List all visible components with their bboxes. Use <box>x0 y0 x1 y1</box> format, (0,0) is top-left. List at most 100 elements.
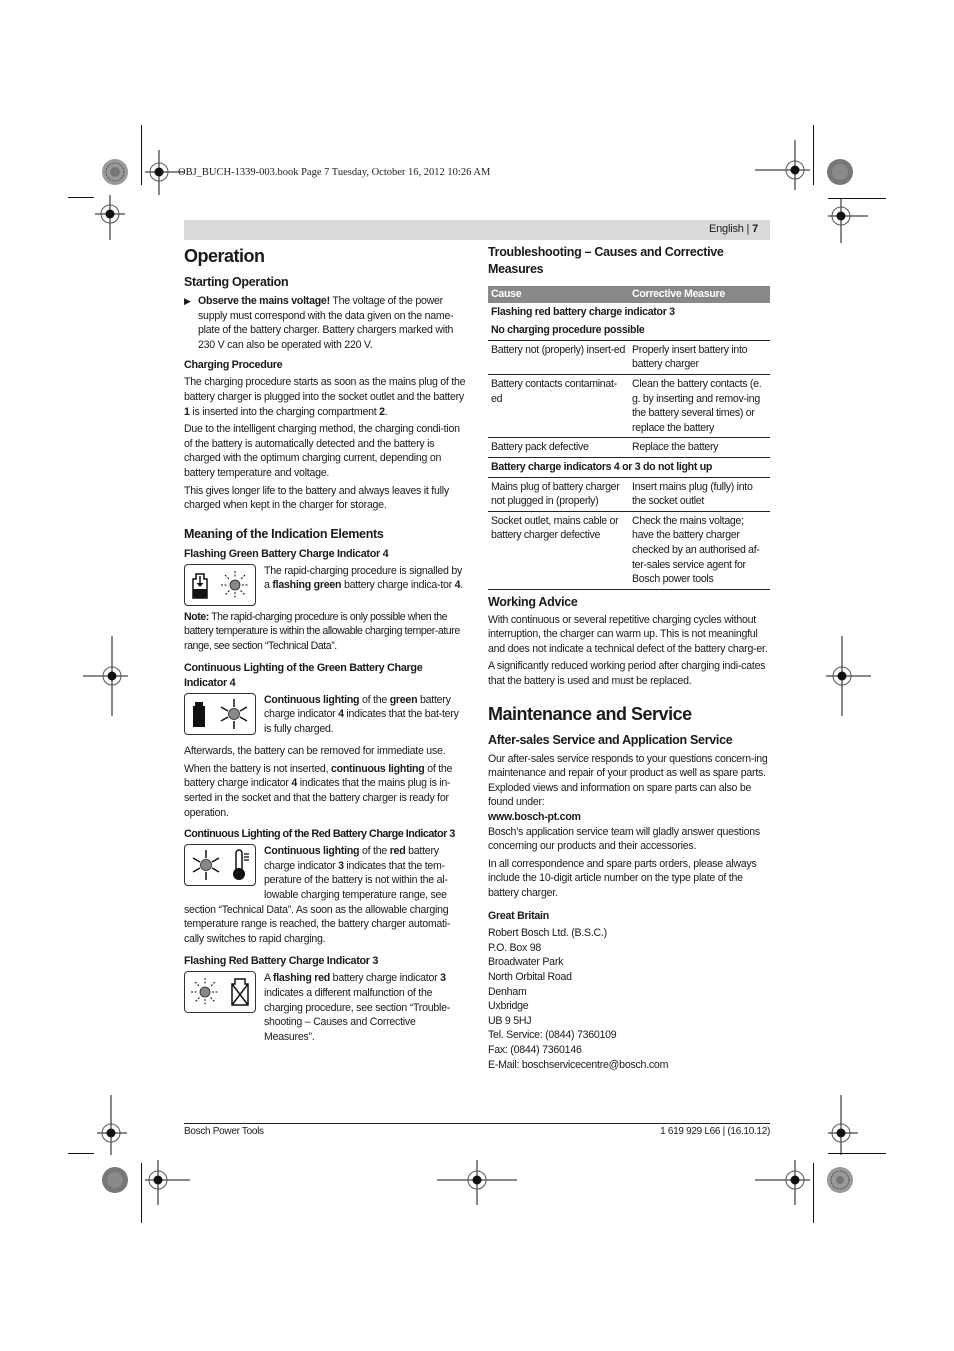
application-service-paragraph: Bosch’s application service team will gl… <box>488 825 760 853</box>
battery-full-icon <box>192 701 205 727</box>
measure-cell: Check the mains voltage; have the batter… <box>629 511 770 590</box>
registration-mark-icon <box>145 1160 190 1205</box>
measure-cell: Clean the battery contacts (e. g. by ins… <box>629 374 770 439</box>
group-title-row: Battery charge indicators 4 or 3 do not … <box>488 457 770 478</box>
flashing-light-icon <box>220 570 249 599</box>
working-advice-paragraph-2: A significantly reduced working period a… <box>488 660 766 688</box>
registration-mark-icon <box>828 1095 858 1155</box>
continuous-red-text: Continuous lighting of the red battery c… <box>264 845 448 902</box>
icon-box-flashing-red <box>184 971 256 1014</box>
troubleshooting-table: Cause Corrective Measure Flashing red ba… <box>488 286 770 590</box>
table-row: Socket outlet, mains cable or battery ch… <box>488 511 770 590</box>
left-column: Operation Starting Operation ▶ Observe t… <box>184 244 466 1048</box>
battery-charging-icon <box>191 572 208 599</box>
bullet-bold-text: Observe the mains voltage! <box>198 295 330 307</box>
after-sales-paragraph: Our after-sales service responds to your… <box>488 752 768 809</box>
group-title: Battery charge indicators 4 or 3 do not … <box>488 457 770 478</box>
article-number-paragraph: In all correspondence and spare parts or… <box>488 857 757 899</box>
country-heading: Great Britain <box>488 909 549 922</box>
address-line: Uxbridge <box>488 1000 529 1013</box>
color-target-icon <box>102 159 128 185</box>
steady-light-icon <box>192 850 219 881</box>
footer-doc-number: 1 619 929 L66 | (16.10.12) <box>660 1126 770 1137</box>
heading-starting-operation: Starting Operation <box>184 275 289 289</box>
flashing-green-text: The rapid-charging procedure is signalle… <box>264 564 463 592</box>
thermometer-icon <box>232 849 249 881</box>
heading-flashing-green: Flashing Green Battery Charge Indicator … <box>184 547 389 560</box>
working-advice-paragraph-1: With continuous or several repetitive ch… <box>488 613 768 655</box>
indicator-continuous-red: Continuous lighting of the red battery c… <box>184 844 466 902</box>
icon-box-continuous-red <box>184 844 256 887</box>
cause-cell: Socket outlet, mains cable or battery ch… <box>488 511 629 590</box>
section-title-operation: Operation <box>184 246 265 266</box>
column-header-cause: Cause <box>488 286 629 303</box>
language-label: English <box>709 223 744 235</box>
heading-working-advice: Working Advice <box>488 594 578 609</box>
indicator-flashing-red: A flashing red battery charge indicator … <box>184 971 466 1044</box>
icon-box-continuous-green <box>184 692 256 735</box>
print-slug: OBJ_BUCH-1339-003.book Page 7 Tuesday, O… <box>178 167 491 178</box>
table-row: Battery pack defective Replace the batter… <box>488 437 770 458</box>
continuous-red-text-cont: section “Technical Data”. As soon as the… <box>184 903 451 945</box>
flashing-red-text: A flashing red battery charge indicator … <box>264 972 451 1043</box>
safety-bullet: ▶ Observe the mains voltage! The voltage… <box>184 294 466 355</box>
indicator-flashing-green: The rapid-charging procedure is signalle… <box>184 563 466 606</box>
measure-cell: Properly insert battery into battery cha… <box>629 340 770 375</box>
note-paragraph: Note: The rapid-charging procedure is on… <box>184 610 460 652</box>
battery-crossed-icon <box>231 978 249 1007</box>
group-title: Flashing red battery charge indicator 3 <box>491 305 675 318</box>
steady-light-icon <box>220 698 247 729</box>
registration-mark-icon <box>437 1160 517 1205</box>
bullet-triangle-icon: ▶ <box>184 296 191 306</box>
charging-paragraph-2: Due to the intelligent charging method, … <box>184 423 460 479</box>
column-header-measure: Corrective Measure <box>629 286 770 303</box>
charging-paragraph-1: The charging procedure starts as soon as… <box>184 376 466 418</box>
heading-after-sales: After-sales Service and Application Serv… <box>488 732 733 747</box>
not-inserted-paragraph: When the battery is not inserted, contin… <box>184 762 453 819</box>
continuous-green-text: Continuous lighting of the green battery… <box>264 693 459 735</box>
address-line: Denham <box>488 985 527 998</box>
charging-paragraph-3: This gives longer life to the battery an… <box>184 484 449 512</box>
heading-flashing-red: Flashing Red Battery Charge Indicator 3 <box>184 955 379 968</box>
registration-mark-icon <box>828 198 868 243</box>
registration-mark-icon <box>755 1160 810 1205</box>
group-title: No charging procedure possible <box>488 321 770 341</box>
flashing-light-icon <box>191 978 219 1007</box>
indicator-continuous-green: Continuous lighting of the green battery… <box>184 692 466 737</box>
color-target-icon <box>827 1167 853 1193</box>
email-link[interactable]: E-Mail: boschservicecentre@bosch.com <box>488 1058 770 1073</box>
header-language: English | 7 <box>709 223 758 235</box>
right-column: Troubleshooting – Causes and Corrective … <box>488 244 770 1072</box>
fax-line: Fax: (0844) 7360146 <box>488 1043 582 1056</box>
registration-mark-icon <box>83 636 128 716</box>
registration-mark-icon <box>95 195 125 240</box>
color-target-icon <box>102 1167 128 1193</box>
section-title-maintenance: Maintenance and Service <box>488 703 692 724</box>
color-target-icon <box>827 159 853 185</box>
header-separator: | <box>746 223 750 235</box>
address-line: North Orbital Road <box>488 970 572 983</box>
table-header-row: Cause Corrective Measure <box>488 286 770 303</box>
address-line: UB 9 5HJ <box>488 1014 532 1027</box>
table-row: Battery contacts contaminat-ed Clean the … <box>488 374 770 439</box>
footer-divider <box>184 1123 770 1124</box>
registration-mark-icon <box>755 140 810 190</box>
heading-continuous-green: Continuous Lighting of the Green Battery… <box>184 661 423 689</box>
cause-cell: Mains plug of battery charger not plugge… <box>488 477 629 512</box>
icon-box-flashing-green <box>184 563 256 606</box>
address-line: Robert Bosch Ltd. (B.S.C.) <box>488 927 607 940</box>
heading-charging-procedure: Charging Procedure <box>184 359 283 372</box>
group-title-row: Flashing red battery charge indicator 3 <box>488 303 770 322</box>
group-title-row: No charging procedure possible <box>488 321 770 341</box>
heading-continuous-red: Continuous Lighting of the Red Battery C… <box>184 828 455 841</box>
measure-cell: Replace the battery <box>629 437 770 458</box>
heading-troubleshooting: Troubleshooting – Causes and Corrective … <box>488 245 724 276</box>
measure-cell: Insert mains plug (fully) into the socke… <box>629 477 770 512</box>
cause-cell: Battery pack defective <box>488 437 629 458</box>
footer-brand: Bosch Power Tools <box>184 1126 264 1137</box>
table-row: Mains plug of battery charger not plugge… <box>488 477 770 512</box>
heading-indication-elements: Meaning of the Indication Elements <box>184 526 384 541</box>
afterwards-paragraph: Afterwards, the battery can be removed f… <box>184 745 446 758</box>
bosch-url-link[interactable]: www.bosch-pt.com <box>488 811 581 823</box>
address-line: Broadwater Park <box>488 956 564 969</box>
